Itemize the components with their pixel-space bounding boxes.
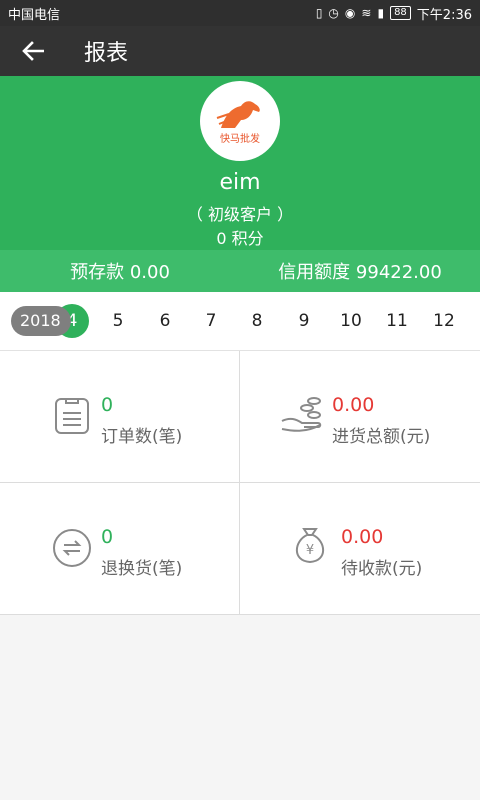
month-item[interactable]: 8 — [240, 306, 274, 336]
status-icons: ▯ ◷ ◉ ≋ ▮ 88 下午2:36 — [316, 4, 472, 23]
wifi-icon: ≋ — [361, 6, 372, 20]
balance-bar: 预存款 0.00 信用额度 99422.00 — [0, 250, 480, 292]
clipboard-icon — [55, 398, 89, 434]
carrier-label: 中国电信 — [8, 7, 61, 23]
status-bar: 中国电信 ▯ ◷ ◉ ≋ ▮ 88 下午2:36 — [0, 0, 480, 26]
month-selector: 4 2018 5 6 7 8 9 10 11 12 — [0, 292, 480, 351]
exchange-icon — [53, 529, 91, 567]
receivables-value: 0.00 — [341, 526, 384, 548]
page-title: 报表 — [84, 41, 129, 66]
year-badge[interactable]: 2018 — [11, 306, 71, 336]
deposit-balance: 预存款 0.00 — [70, 262, 170, 283]
logo-text: 快马批发 — [220, 133, 260, 145]
vibrate-icon: ▯ — [315, 6, 323, 20]
credit-limit: 信用额度 99422.00 — [278, 262, 442, 283]
points: 0 积分 — [216, 229, 264, 248]
profile-header: 快马批发 eim （ 初级客户 ） 0 积分 — [0, 76, 480, 250]
alarm-icon: ◷ — [328, 6, 339, 20]
month-item[interactable]: 7 — [194, 306, 228, 336]
returns-label: 退换货(笔) — [101, 559, 183, 579]
hand-coins-icon — [281, 397, 322, 432]
month-item[interactable]: 10 — [334, 306, 368, 336]
logo: 快马批发 — [200, 81, 280, 161]
stats-grid: 0 订单数(笔) 0.00 进货总额(元) 0 退换货(笔) ¥ 0.00 待收… — [0, 351, 480, 615]
back-button[interactable] — [0, 26, 66, 76]
toolbar: 报表 — [0, 26, 480, 76]
orders-card[interactable]: 0 订单数(笔) — [0, 351, 239, 482]
receivables-card[interactable]: ¥ 0.00 待收款(元) — [240, 483, 479, 614]
divider — [0, 614, 480, 615]
money-bag-icon: ¥ — [295, 528, 325, 564]
orders-value: 0 — [101, 394, 114, 416]
receivables-label: 待收款(元) — [341, 559, 423, 579]
returns-card[interactable]: 0 退换货(笔) — [0, 483, 239, 614]
arrow-left-icon — [22, 41, 44, 61]
svg-text:¥: ¥ — [306, 543, 314, 558]
month-item[interactable]: 6 — [148, 306, 182, 336]
purchase-total-value: 0.00 — [332, 394, 375, 416]
signal-icon: ▮ — [377, 6, 385, 20]
month-item[interactable]: 9 — [287, 306, 321, 336]
battery-icon: 88 — [390, 6, 411, 20]
purchase-total-card[interactable]: 0.00 进货总额(元) — [240, 351, 479, 482]
horse-icon — [216, 100, 260, 128]
month-item[interactable]: 11 — [380, 306, 414, 336]
eye-icon: ◉ — [344, 6, 356, 20]
returns-value: 0 — [101, 526, 114, 548]
orders-label: 订单数(笔) — [101, 427, 183, 447]
month-item[interactable]: 12 — [427, 306, 461, 336]
purchase-total-label: 进货总额(元) — [332, 427, 431, 447]
customer-level: （ 初级客户 ） — [186, 205, 294, 224]
clock-label: 下午2:36 — [416, 7, 472, 23]
month-item[interactable]: 5 — [101, 306, 135, 336]
username: eim — [219, 170, 261, 195]
